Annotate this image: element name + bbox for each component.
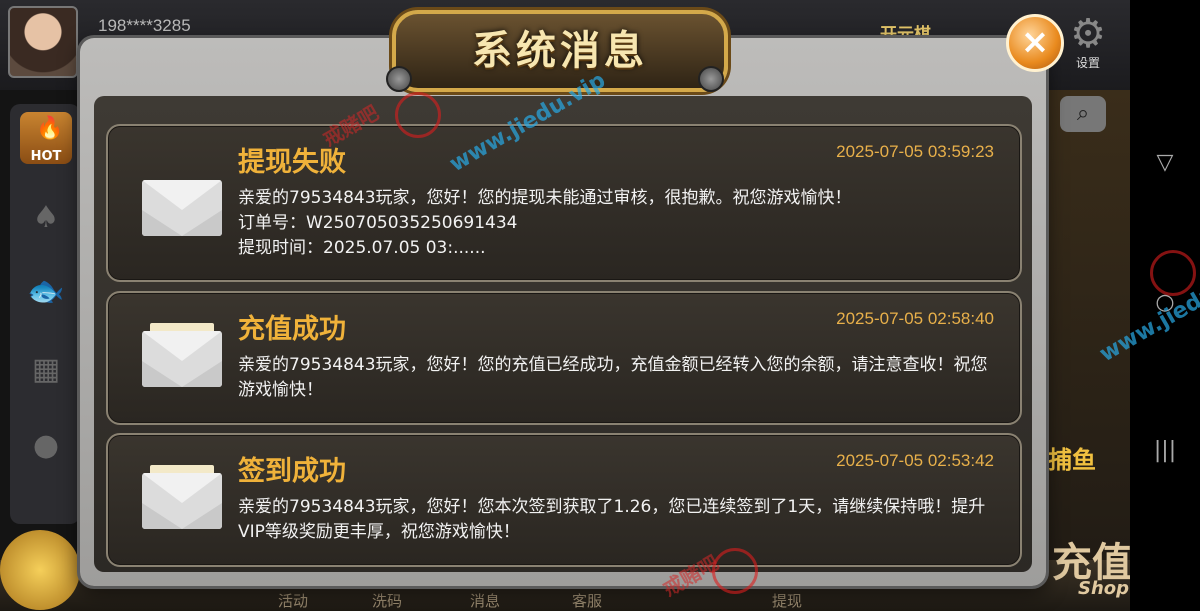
fish-game-label: 捕鱼 <box>1048 446 1096 474</box>
user-id: 198****3285 <box>98 16 191 35</box>
hot-label: HOT <box>30 149 62 164</box>
category-sidebar: 🔥 HOT ♠ 🐟 ▦ ● <box>10 104 80 524</box>
search-icon[interactable]: ⌕ <box>1060 96 1106 132</box>
message-title: 签到成功 <box>238 456 346 487</box>
message-item[interactable]: 签到成功 2025-07-05 02:53:42 亲爱的79534843玩家，您… <box>106 433 1022 567</box>
close-button[interactable]: × <box>1006 14 1064 72</box>
coin-icon <box>0 530 80 610</box>
shop-label: Shop <box>1078 578 1130 599</box>
sidebar-item-slots[interactable]: ▦ <box>20 344 72 396</box>
gear-icon: ⚙ <box>1070 11 1106 57</box>
settings-button[interactable]: ⚙ 设置 <box>1064 14 1112 71</box>
tab-service[interactable]: 客服 <box>572 590 602 611</box>
message-time: 2025-07-05 02:53:42 <box>836 451 994 470</box>
sidebar-item-live[interactable]: ● <box>20 420 72 472</box>
home-icon[interactable]: ○ <box>1150 290 1180 315</box>
dialog-title: 系统消息 <box>472 28 648 74</box>
recent-apps-icon[interactable]: ||| <box>1150 438 1180 463</box>
person-icon: ● <box>32 428 60 463</box>
slots-icon: ▦ <box>31 352 61 387</box>
sidebar-item-fish[interactable]: 🐟 <box>20 266 72 318</box>
tab-messages[interactable]: 消息 <box>470 590 500 611</box>
message-title: 充值成功 <box>238 314 346 345</box>
dialog-title-plate: 系统消息 <box>392 10 728 92</box>
message-item[interactable]: 充值成功 2025-07-05 02:58:40 亲爱的79534843玩家，您… <box>106 291 1022 425</box>
message-body: 亲爱的79534843玩家，您好！您本次签到获取了1.26，您已连续签到了1天，… <box>238 497 986 542</box>
tab-withdraw[interactable]: 提现 <box>772 590 802 611</box>
envelope-icon <box>142 323 222 387</box>
message-item[interactable]: 提现失败 2025-07-05 03:59:23 亲爱的79534843玩家，您… <box>106 124 1022 282</box>
close-icon: × <box>1020 22 1050 62</box>
message-time: 2025-07-05 02:58:40 <box>836 309 994 328</box>
avatar[interactable] <box>8 6 78 78</box>
sidebar-item-hot[interactable]: 🔥 HOT <box>20 112 72 164</box>
tab-activity[interactable]: 活动 <box>278 590 308 611</box>
tab-rebate[interactable]: 洗码 <box>372 590 402 611</box>
fish-icon: 🐟 <box>27 274 65 309</box>
message-title: 提现失败 <box>238 147 346 178</box>
envelope-icon <box>142 465 222 529</box>
flame-icon: 🔥 <box>36 116 64 141</box>
message-body: 亲爱的79534843玩家，您好！您的提现未能通过审核，很抱歉。祝您游戏愉快！ … <box>238 188 852 258</box>
rivet-left <box>386 66 412 92</box>
envelope-icon <box>142 172 222 236</box>
sidebar-item-cards[interactable]: ♠ <box>20 192 72 244</box>
rivet-right <box>698 66 724 92</box>
back-icon[interactable]: ▽ <box>1150 150 1180 175</box>
message-body: 亲爱的79534843玩家，您好！您的充值已经成功，充值金额已经转入您的余额，请… <box>238 355 988 400</box>
cards-icon: ♠ <box>32 200 60 235</box>
message-time: 2025-07-05 03:59:23 <box>836 142 994 161</box>
